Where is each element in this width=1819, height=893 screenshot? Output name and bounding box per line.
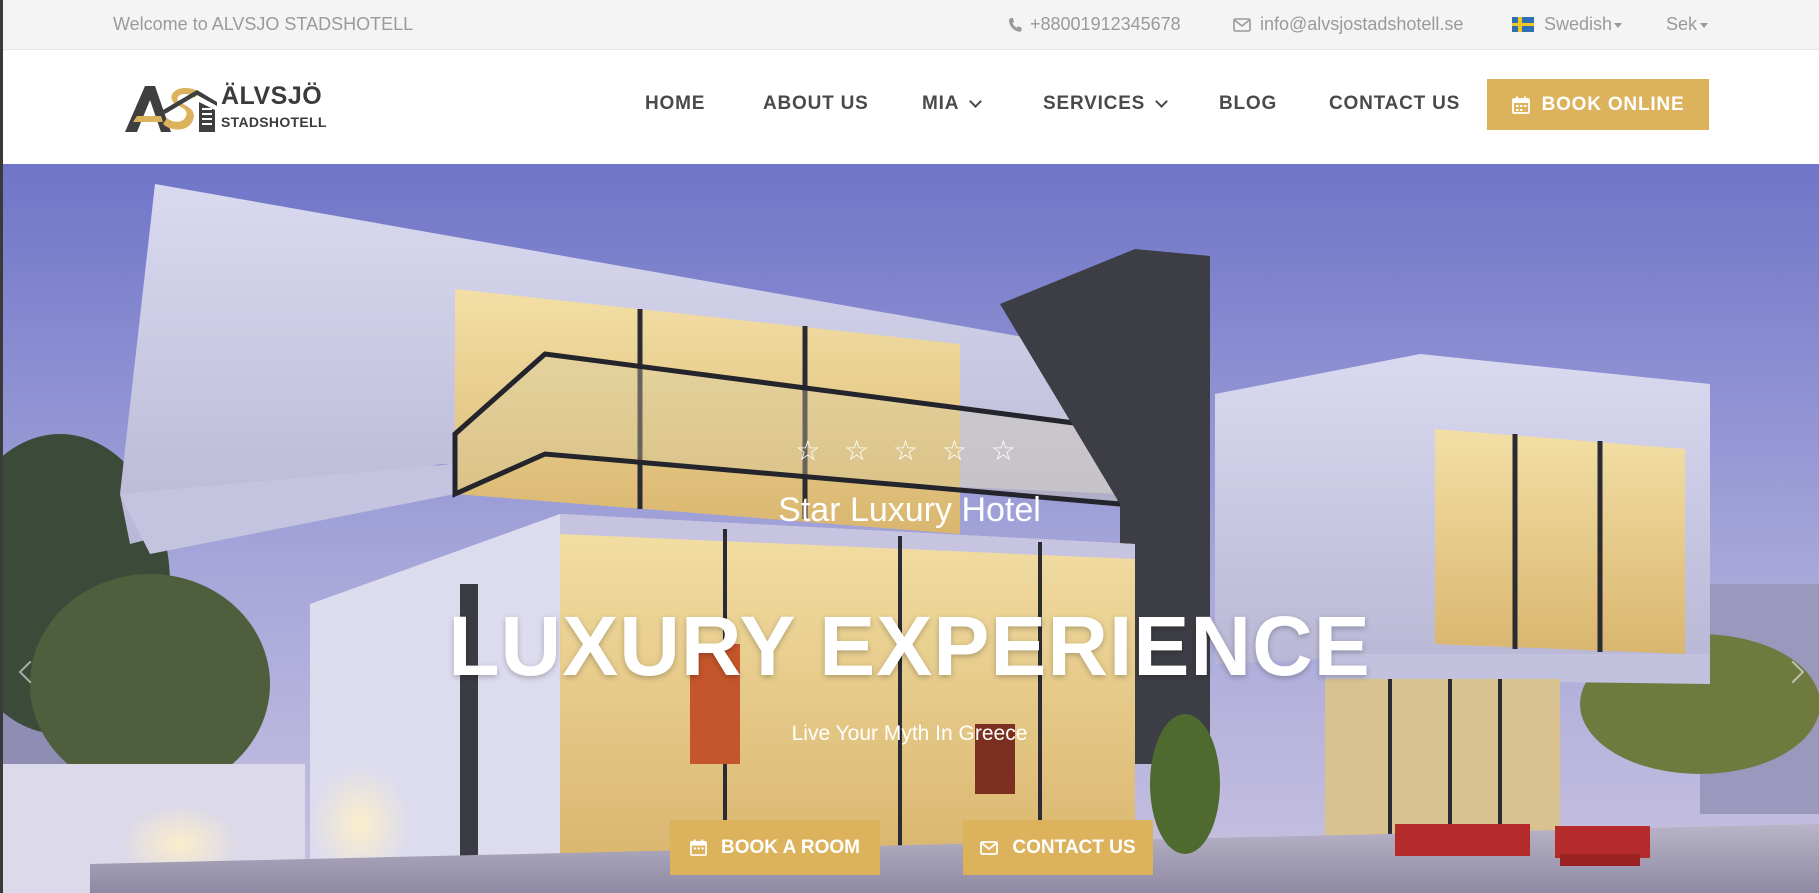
hero-slider: ☆ ☆ ☆ ☆ ☆ Star Luxury Hotel LUXURY EXPER… xyxy=(0,164,1819,893)
nav-label: MIA xyxy=(922,93,960,114)
calendar-icon xyxy=(1511,96,1530,114)
hero-headline: LUXURY EXPERIENCE xyxy=(448,599,1371,693)
envelope-icon xyxy=(1233,17,1251,32)
nav-label: BLOG xyxy=(1219,93,1278,114)
book-online-button[interactable]: BOOK ONLINE xyxy=(1487,79,1709,130)
envelope-icon xyxy=(980,840,999,855)
chevron-down-icon xyxy=(1614,23,1623,28)
hero-tagline: Live Your Myth In Greece xyxy=(791,722,1028,745)
email-address: info@alvsjostadshotell.se xyxy=(1260,14,1464,34)
nav-mia[interactable]: MIA xyxy=(922,93,983,115)
hero-subtitle: Star Luxury Hotel xyxy=(778,491,1041,529)
calendar-icon xyxy=(690,839,707,856)
contact-us-label: CONTACT US xyxy=(1012,836,1136,858)
nav-blog[interactable]: BLOG xyxy=(1219,93,1277,115)
swedish-flag-icon xyxy=(1512,17,1534,32)
email-contact[interactable]: info@alvsjostadshotell.se xyxy=(1233,14,1463,35)
logo-mark-icon xyxy=(125,86,217,132)
phone-number: +88001912345678 xyxy=(1030,14,1181,34)
currency-dropdown[interactable]: Sek xyxy=(1666,14,1709,35)
main-header: ÄLVSJÖ STADSHOTELL HOME ABOUT US MIA SER… xyxy=(0,50,1819,164)
nav-label: ABOUT US xyxy=(763,93,869,114)
nav-home[interactable]: HOME xyxy=(645,93,705,115)
phone-contact[interactable]: +88001912345678 xyxy=(1008,14,1181,35)
contact-us-button[interactable]: CONTACT US xyxy=(963,820,1153,875)
language-label: Swedish xyxy=(1544,14,1613,34)
site-logo[interactable]: ÄLVSJÖ STADSHOTELL xyxy=(123,80,326,136)
nav-label: SERVICES xyxy=(1043,93,1146,114)
top-bar: Welcome to ALVSJO STADSHOTELL +880019123… xyxy=(0,0,1819,50)
nav-label: HOME xyxy=(645,93,706,114)
nav-label: CONTACT US xyxy=(1329,93,1461,114)
nav-contact-us[interactable]: CONTACT US xyxy=(1329,93,1460,115)
logo-subname: STADSHOTELL xyxy=(221,114,327,130)
chevron-down-icon xyxy=(1155,95,1169,108)
book-online-label: BOOK ONLINE xyxy=(1541,93,1685,115)
star-rating: ☆ ☆ ☆ ☆ ☆ xyxy=(795,435,1024,466)
window-left-edge xyxy=(0,0,3,893)
welcome-text: Welcome to ALVSJO STADSHOTELL xyxy=(113,14,414,34)
nav-services[interactable]: SERVICES xyxy=(1043,93,1169,115)
language-dropdown[interactable]: Swedish xyxy=(1512,14,1623,35)
nav-about-us[interactable]: ABOUT US xyxy=(763,93,869,115)
phone-icon xyxy=(1008,17,1022,32)
chevron-down-icon xyxy=(969,95,983,108)
book-a-room-label: BOOK A ROOM xyxy=(721,836,860,858)
logo-name: ÄLVSJÖ xyxy=(221,82,323,110)
chevron-down-icon xyxy=(1700,23,1709,28)
currency-label: Sek xyxy=(1666,14,1698,34)
book-a-room-button[interactable]: BOOK A ROOM xyxy=(670,820,880,875)
